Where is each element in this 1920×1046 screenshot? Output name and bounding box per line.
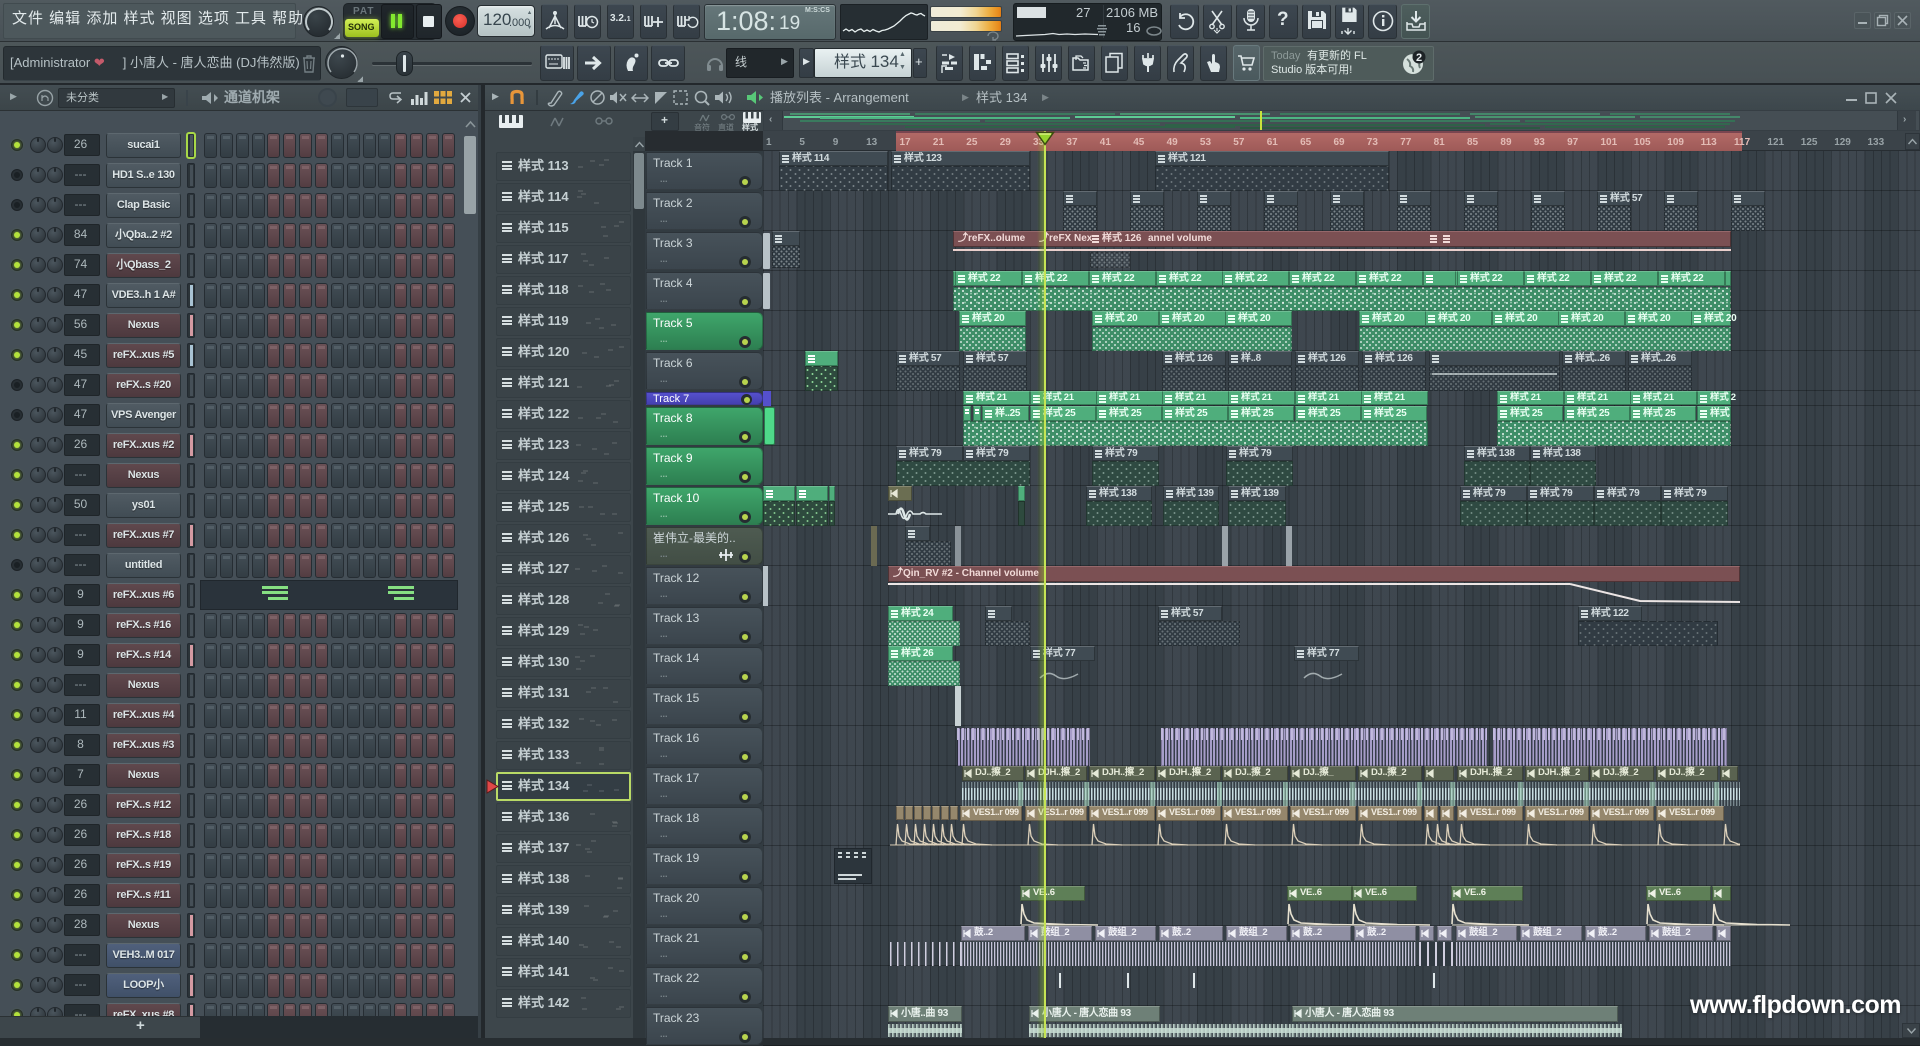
- svg-text:2: 2: [1416, 52, 1422, 64]
